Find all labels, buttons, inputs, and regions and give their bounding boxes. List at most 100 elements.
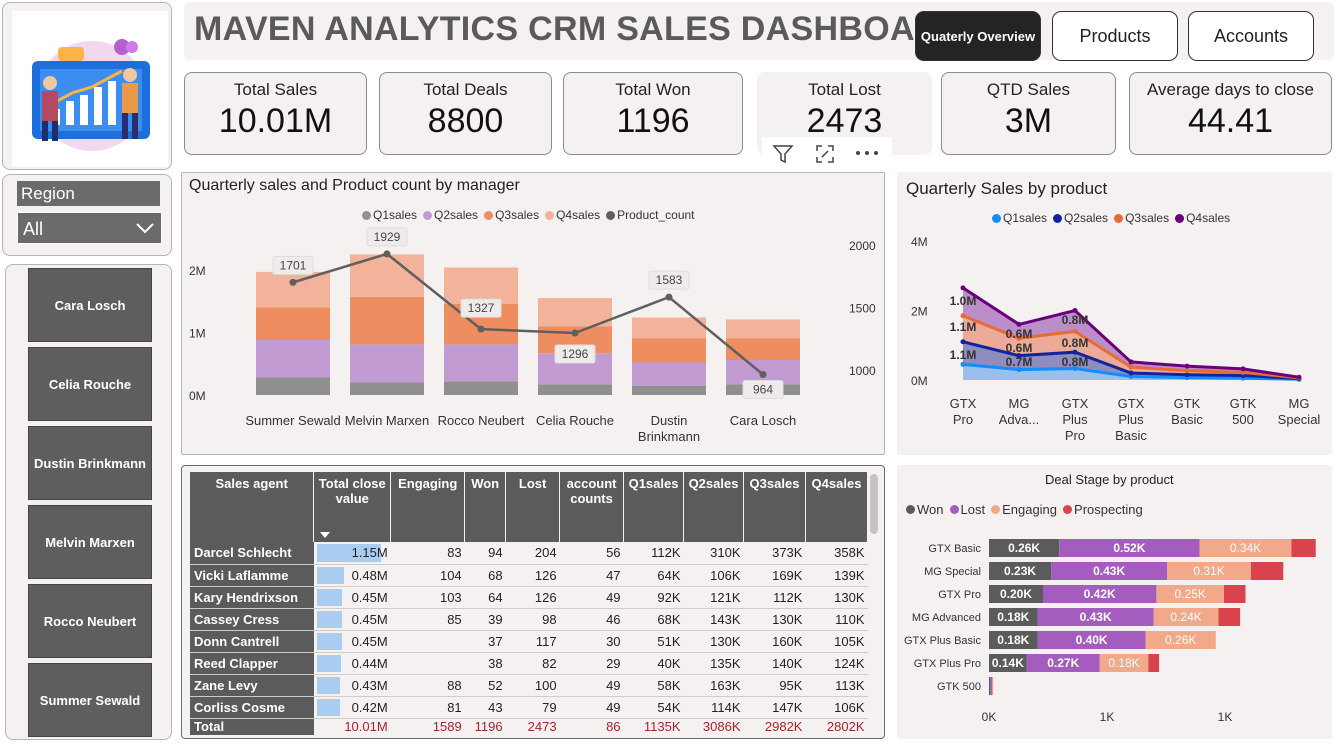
- header-q4sales[interactable]: Q4sales: [805, 472, 869, 542]
- product-count-point: [571, 329, 579, 337]
- kpi-label: QTD Sales: [986, 80, 1071, 99]
- cell-q2: 143K: [683, 608, 744, 631]
- nav-button-quarterly-overview[interactable]: Quaterly Overview: [915, 11, 1041, 61]
- table-scrollbar[interactable]: [870, 474, 878, 534]
- cell-won: 39: [464, 608, 506, 631]
- x-tick-label: Special: [1278, 412, 1321, 427]
- cell-engaging: 83: [390, 542, 465, 565]
- manager-button-cara-losch[interactable]: Cara Losch: [28, 268, 152, 342]
- kpi-total-sales: Total Sales 10.01M: [184, 72, 367, 155]
- bar-segment-q1sales: [538, 384, 612, 395]
- data-label: 0.20K: [1000, 587, 1032, 601]
- data-bar: [316, 610, 342, 628]
- table-row[interactable]: Vicki Laflamme 0.48M 104 68 126 47 64K 106K 169K…: [190, 564, 868, 587]
- data-label: 0.6M: [1006, 327, 1033, 341]
- data-label: 0.43K: [1080, 610, 1112, 624]
- data-label: 0.34K: [1230, 541, 1261, 555]
- kpi-label: Total Won: [615, 80, 691, 99]
- data-label: 0.18K: [997, 633, 1029, 647]
- data-label: 0.40K: [1076, 633, 1108, 647]
- chart-legend: Q1sales Q2sales Q3sales Q4sales: [992, 211, 1230, 225]
- cell-lost: 82: [505, 652, 560, 675]
- manager-button-celia-rouche[interactable]: Celia Rouche: [28, 347, 152, 421]
- cell-lost: 100: [505, 674, 560, 697]
- kpi-label: Average days to close: [1147, 80, 1314, 99]
- chart-legend: Won Lost Engaging Prospecting: [906, 502, 1143, 517]
- x-tick-label: Melvin Marxen: [345, 413, 430, 428]
- data-point: [960, 339, 966, 345]
- x-tick-label: GTX: [950, 396, 977, 411]
- cell-won: 52: [464, 674, 506, 697]
- header-sales-agent[interactable]: Sales agent: [190, 472, 315, 542]
- y-tick-label: GTX Basic: [928, 543, 981, 555]
- header-q1sales[interactable]: Q1sales: [623, 472, 685, 542]
- cell-engaging: 104: [390, 564, 465, 587]
- region-slicer: Region All: [2, 174, 172, 256]
- x-tick-label: Dustin: [651, 413, 688, 428]
- header-lost[interactable]: Lost: [505, 472, 561, 542]
- data-label: 0.42K: [1084, 587, 1116, 601]
- cell-q2: 130K: [683, 630, 744, 653]
- y-tick-label: GTK 500: [937, 681, 981, 693]
- chart-title: Deal Stage by product: [1045, 472, 1174, 487]
- manager-button-melvin-marxen[interactable]: Melvin Marxen: [28, 505, 152, 579]
- cell-q1: 40K: [623, 652, 684, 675]
- cell-total-close-value: 0.45M: [313, 608, 391, 631]
- header-account-counts[interactable]: account counts: [559, 472, 625, 542]
- table-row[interactable]: Donn Cantrell 0.45M 37 117 30 51K 130K 160K 105K: [190, 630, 868, 653]
- legend-item: Won: [906, 502, 944, 517]
- header-total-close-value[interactable]: Total close value: [313, 472, 392, 542]
- header-won[interactable]: Won: [464, 472, 507, 542]
- data-label: 964: [753, 383, 773, 397]
- legend-item: Engaging: [991, 502, 1057, 517]
- cell-q1: 58K: [623, 674, 684, 697]
- x-tick-label: Brinkmann: [638, 429, 700, 444]
- data-label: 0.52K: [1113, 541, 1145, 555]
- table-row[interactable]: Corliss Cosme 0.42M 81 43 79 49 54K 114K 147K 106…: [190, 696, 868, 719]
- manager-button-rocco-neubert[interactable]: Rocco Neubert: [28, 584, 152, 658]
- data-label: 0.26K: [1008, 541, 1040, 555]
- data-label: 1327: [468, 301, 495, 315]
- cell-total-close-value: 0.44M: [313, 652, 391, 675]
- focus-mode-icon[interactable]: [814, 143, 836, 165]
- more-options-icon[interactable]: [854, 149, 880, 157]
- y2-tick-label: 1000: [849, 364, 876, 378]
- cell-total-close-value: 1.15M: [313, 542, 391, 565]
- table-row[interactable]: Kary Hendrixson 0.45M 103 64 126 49 92K 121K 112…: [190, 586, 868, 609]
- bar-segment-q1sales: [632, 385, 706, 395]
- table-row[interactable]: Cassey Cress 0.45M 85 39 98 46 68K 143K 130K 110K: [190, 608, 868, 631]
- kpi-qtd-sales: QTD Sales 3M: [941, 72, 1116, 155]
- kpi-value: 8800: [427, 102, 504, 140]
- header-q2sales[interactable]: Q2sales: [683, 472, 744, 542]
- region-dropdown[interactable]: All: [17, 212, 162, 244]
- cell-agent: Donn Cantrell: [190, 630, 314, 653]
- manager-button-dustin-brinkmann[interactable]: Dustin Brinkmann: [28, 426, 152, 500]
- cell-won: 94: [464, 542, 506, 565]
- data-point: [1296, 374, 1302, 380]
- header-engaging[interactable]: Engaging: [390, 472, 466, 542]
- cell-engaging: [390, 652, 465, 675]
- header-q3sales[interactable]: Q3sales: [743, 472, 806, 542]
- cell-q2: 114K: [683, 696, 744, 719]
- page-title: MAVEN ANALYTICS CRM SALES DASHBOARD: [194, 10, 965, 48]
- table-header-row: Sales agent Total close value Engaging W…: [190, 472, 869, 542]
- cell-q2: 121K: [683, 586, 744, 609]
- nav-button-products[interactable]: Products: [1052, 11, 1178, 61]
- cell-q3: 140K: [743, 652, 806, 675]
- x-tick-label: Plus: [1118, 412, 1144, 427]
- cell-q1: 54K: [623, 696, 684, 719]
- cell-q3: 147K: [743, 696, 806, 719]
- manager-button-summer-sewald[interactable]: Summer Sewald: [28, 663, 152, 737]
- table-row[interactable]: Zane Levy 0.43M 88 52 100 49 58K 163K 95K 113K: [190, 674, 868, 697]
- table-row[interactable]: Reed Clapper 0.44M 38 82 29 40K 135K 140K 124K: [190, 652, 868, 675]
- cell-total-close-value: 10.01M: [344, 719, 388, 735]
- table-row[interactable]: Darcel Schlecht 1.15M 83 94 204 56 112K 310K 373…: [190, 542, 868, 565]
- bar-segment-q3sales: [350, 296, 424, 345]
- cell-lost: 117: [505, 630, 560, 653]
- data-label: 1296: [562, 347, 589, 361]
- filter-icon[interactable]: [772, 143, 794, 165]
- cell-won: 38: [464, 652, 506, 675]
- cell-agent: Vicki Laflamme: [190, 564, 314, 587]
- nav-button-accounts[interactable]: Accounts: [1188, 11, 1314, 61]
- cell-lost: 204: [505, 542, 560, 565]
